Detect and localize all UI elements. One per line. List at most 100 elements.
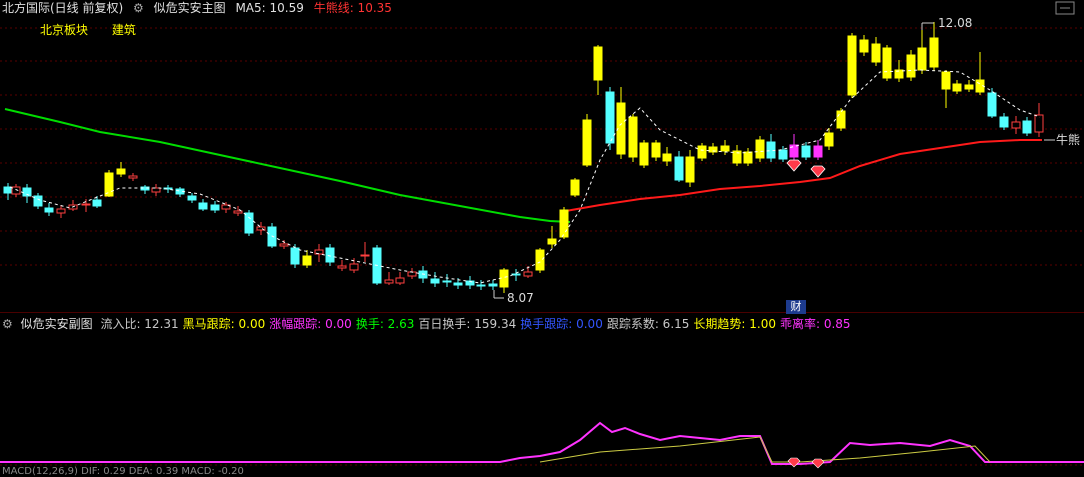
candle-body [116,168,126,175]
candle-body [824,132,834,147]
sub-item: 流入比: 12.31 [100,317,179,331]
sub-item: 换手: 2.63 [355,317,415,331]
candle-body [244,212,254,234]
candle-body [847,35,857,96]
candle-body [593,46,603,81]
candle-body [801,145,811,158]
candle-body [605,91,615,144]
candle-body [92,199,102,207]
diamond-icon [787,457,801,468]
sector-tags: 北京板块 建筑 [40,21,156,38]
candle-body [442,280,452,283]
sub-item: 乖离率: 0.85 [779,317,851,331]
candle-body [302,255,312,266]
indicator-name[interactable]: 似危实安主图 [154,1,226,15]
candle-body [639,142,649,166]
candle-body [33,195,43,207]
candle-body [720,145,730,152]
sub-item: 黑马跟踪: 0.00 [182,317,266,331]
candle-body [952,83,962,92]
candle-body [384,279,394,284]
candle-body [547,238,557,245]
candle-body [395,277,405,284]
candle-body [559,209,569,238]
candle-body [882,47,892,79]
candle-body [523,271,533,277]
candle-body [941,71,951,90]
bull-bear-right-label: 牛熊 [1056,132,1080,147]
candle-body [535,249,545,271]
bull-label: 牛熊线: 10.35 [313,1,392,15]
sub-indicator-name[interactable]: 似危实安副图 [21,317,93,331]
candle-body [198,202,208,210]
gear-icon[interactable]: ⚙ [133,1,144,15]
candle-body [44,207,54,213]
candle-body [430,278,440,284]
candle-body [151,187,161,193]
candle-body [743,151,753,164]
candle-body [337,265,347,269]
candle-body [488,283,498,287]
candle-body [929,37,939,68]
candle-body [453,282,463,286]
tag-construction[interactable]: 建筑 [112,23,136,37]
candle-body [964,84,974,90]
low-price-label: 8.07 [507,291,534,305]
candle-body [999,116,1009,128]
candle-body [906,54,916,78]
diamond-icon [786,159,802,172]
finance-badge[interactable]: 财 [786,300,806,314]
candle-body [859,39,869,53]
candle-body [697,145,707,159]
candle-body [279,243,289,247]
candle-body [81,203,91,206]
candle-body [56,208,66,214]
diamond-icon [810,165,826,178]
candle-body [987,92,997,117]
candle-body [325,247,335,263]
candle-body [871,43,881,63]
candle-body [917,47,927,71]
candle-body [582,119,592,166]
candle-body [187,195,197,201]
candle-body [778,149,788,160]
candle-body [1034,114,1044,133]
window-settings-icon[interactable] [1054,0,1078,16]
trend-dash-line [9,69,1041,284]
candle-body [662,153,672,162]
candle-body [755,139,765,159]
candle-body [3,186,13,194]
sub-item: 换手跟踪: 0.00 [520,317,603,331]
sub-header: ⚙ 似危实安副图 流入比: 12.31 黑马跟踪: 0.00 涨幅跟踪: 0.00 换… [2,316,859,332]
candle-body [674,156,684,181]
candle-body [210,204,220,211]
candle-body [628,116,638,158]
candle-body [104,172,114,197]
candle-body [360,254,370,257]
candle-body [651,142,661,158]
candle-body [685,156,695,183]
candle-body [1022,120,1032,134]
candle-body [11,186,21,195]
sub-item: 长期趋势: 1.00 [693,317,776,331]
main-header: 北方国际(日线 前复权) ⚙ 似危实安主图 MA5: 10.59 牛熊线: 10… [2,0,398,16]
flow-ratio-line [0,421,1084,465]
candlestick-chart: 12.08 8.07 牛熊 [0,16,1084,469]
candle-body [476,284,486,287]
diamond-icon [811,458,825,469]
macd-header: MACD(12,26,9) DIF: 0.29 DEA: 0.39 MACD: … [2,466,244,477]
candle-body [290,247,300,265]
tag-beijing[interactable]: 北京板块 [40,23,88,37]
candle-body [349,263,359,271]
sub-item: 跟踪系数: 6.15 [606,317,690,331]
high-price-label: 12.08 [938,16,972,30]
sub-item: 百日换手: 159.34 [418,317,517,331]
candle-body [836,110,846,129]
sub-item: 涨幅跟踪: 0.00 [269,317,352,331]
candle-body [813,145,823,158]
candle-body [1011,121,1021,129]
gear-icon[interactable]: ⚙ [2,317,13,331]
candle-body [128,175,138,179]
ma5-label: MA5: 10.59 [235,1,304,15]
stock-title[interactable]: 北方国际(日线 前复权) [2,1,123,15]
